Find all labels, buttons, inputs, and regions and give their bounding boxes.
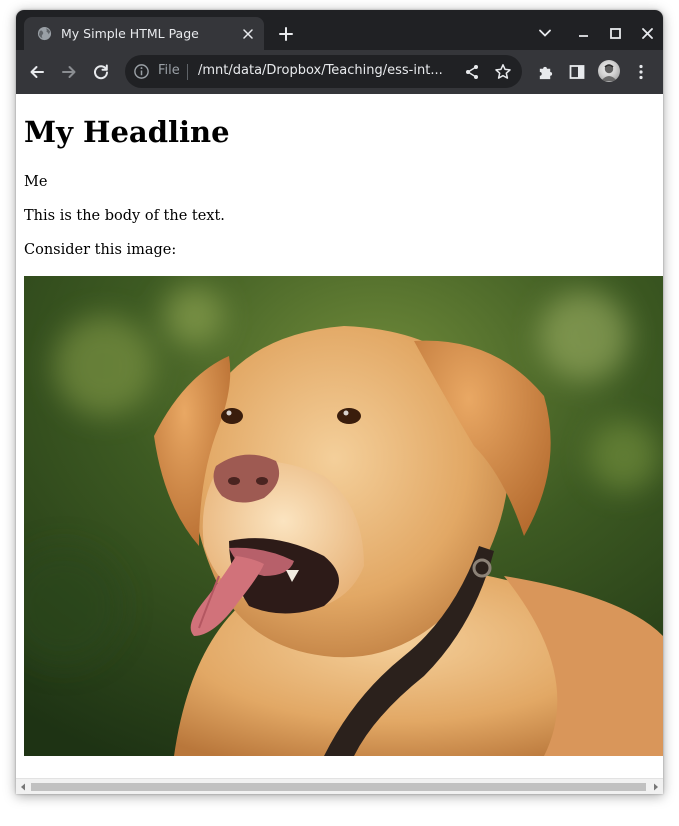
globe-icon <box>37 26 52 41</box>
address-bar[interactable]: File /mnt/data/Dropbox/Teaching/ess-int.… <box>125 55 522 88</box>
close-window-button[interactable] <box>636 22 658 44</box>
close-icon <box>641 27 653 39</box>
arrow-right-icon <box>62 66 76 78</box>
plus-icon <box>279 27 293 41</box>
toolbar: File /mnt/data/Dropbox/Teaching/ess-int.… <box>16 50 663 94</box>
arrow-left-icon <box>30 66 44 78</box>
body-paragraph: This is the body of the text. <box>24 208 225 224</box>
chevron-down-icon <box>539 29 551 37</box>
browser-window: My Simple HTML Page File /mnt/data/Dropb… <box>16 10 663 794</box>
omnibox-divider <box>187 64 188 80</box>
side-panel-button[interactable] <box>565 60 589 84</box>
scroll-right-icon[interactable] <box>651 782 661 792</box>
maximize-icon <box>609 27 621 39</box>
tab-active[interactable]: My Simple HTML Page <box>24 17 264 50</box>
url-text[interactable]: /mnt/data/Dropbox/Teaching/ess-int... <box>198 63 460 78</box>
reload-button[interactable] <box>89 60 113 84</box>
author-line: Me <box>24 174 48 190</box>
dog-photo <box>24 276 663 756</box>
minimize-icon <box>578 34 588 37</box>
page-headline: My Headline <box>24 115 230 149</box>
page-viewport: My Headline Me This is the body of the t… <box>16 94 663 778</box>
maximize-button[interactable] <box>604 22 626 44</box>
avatar[interactable] <box>598 60 620 82</box>
minimize-button[interactable] <box>572 22 594 44</box>
scrollbar-thumb[interactable] <box>31 783 646 791</box>
tab-search-button[interactable] <box>534 22 556 44</box>
back-button[interactable] <box>25 60 49 84</box>
info-icon[interactable] <box>133 63 150 80</box>
horizontal-scrollbar[interactable] <box>16 778 663 794</box>
tab-close-icon[interactable] <box>238 24 258 44</box>
tab-title: My Simple HTML Page <box>61 26 199 41</box>
star-icon[interactable] <box>494 63 512 81</box>
extensions-button[interactable] <box>533 60 557 84</box>
image-intro: Consider this image: <box>24 242 177 258</box>
side-panel-icon <box>569 65 585 79</box>
forward-button[interactable] <box>57 60 81 84</box>
kebab-menu-icon <box>639 64 643 80</box>
scroll-left-icon[interactable] <box>18 782 28 792</box>
puzzle-icon <box>539 66 552 79</box>
tab-strip: My Simple HTML Page <box>16 10 663 50</box>
new-tab-button[interactable] <box>274 22 298 46</box>
share-icon[interactable] <box>463 63 481 81</box>
reload-icon <box>94 64 108 80</box>
menu-button[interactable] <box>629 60 653 84</box>
scheme-label: File <box>158 63 180 78</box>
